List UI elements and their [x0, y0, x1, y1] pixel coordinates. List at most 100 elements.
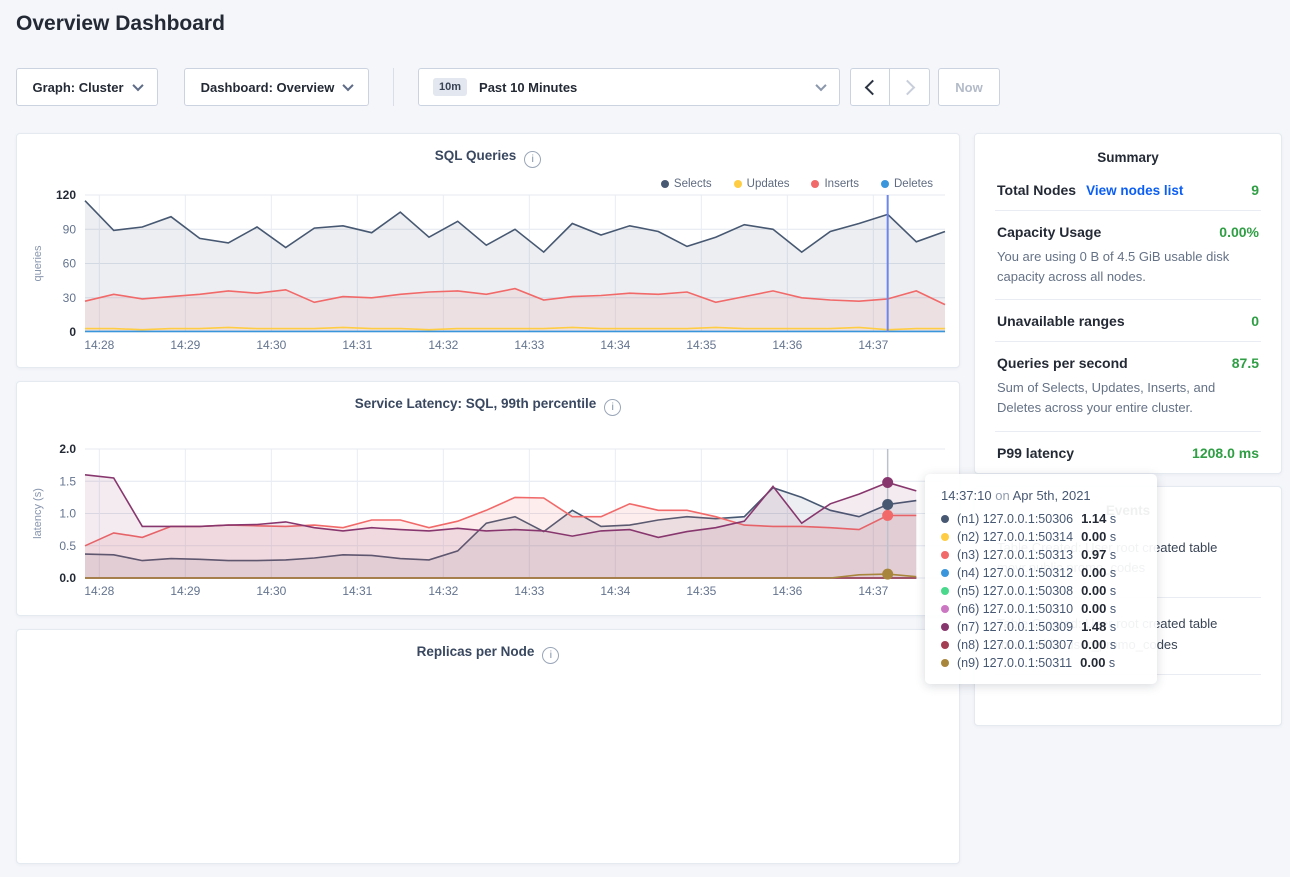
summary-row-capacity-usage: Capacity Usage 0.00% You are using 0 B o… [995, 211, 1261, 300]
legend-dot-icon [661, 180, 669, 188]
next-timespan-button[interactable] [890, 68, 930, 106]
toolbar: Graph: Cluster Dashboard: Overview 10m P… [0, 68, 1290, 106]
svg-text:14:31: 14:31 [342, 338, 372, 352]
node-color-dot-icon [941, 569, 949, 577]
tooltip-timestamp: 14:37:10 on Apr 5th, 2021 [941, 488, 1143, 503]
svg-text:14:33: 14:33 [514, 584, 544, 598]
metric-label: Capacity Usage [997, 224, 1101, 240]
svg-text:14:35: 14:35 [686, 584, 716, 598]
info-icon[interactable]: i [542, 647, 559, 664]
svg-text:0.0: 0.0 [59, 571, 76, 585]
svg-text:14:32: 14:32 [428, 584, 458, 598]
tooltip-node-row: (n1) 127.0.0.1:503061.14 s [941, 510, 1143, 528]
legend-dot-icon [881, 180, 889, 188]
chevron-right-icon [900, 79, 916, 95]
legend-dot-icon [811, 180, 819, 188]
view-nodes-list-link[interactable]: View nodes list [1086, 183, 1183, 198]
svg-text:14:37: 14:37 [858, 584, 888, 598]
graph-dropdown[interactable]: Graph: Cluster [16, 68, 158, 106]
metric-subtext: Sum of Selects, Updates, Inserts, and De… [997, 378, 1259, 418]
metric-label: P99 latency [997, 445, 1074, 461]
svg-text:14:28: 14:28 [84, 338, 114, 352]
metric-value: 0 [1251, 313, 1259, 329]
svg-text:120: 120 [56, 188, 76, 202]
svg-text:1.0: 1.0 [59, 507, 76, 521]
now-button[interactable]: Now [938, 68, 1000, 106]
legend-item-selects[interactable]: Selects [661, 178, 712, 190]
previous-timespan-button[interactable] [850, 68, 890, 106]
summary-row-p99-latency: P99 latency 1208.0 ms [995, 432, 1261, 473]
svg-text:14:29: 14:29 [170, 338, 200, 352]
chevron-down-icon [343, 80, 354, 91]
metric-label: Total Nodes [997, 182, 1076, 198]
svg-text:0: 0 [69, 325, 76, 339]
dashboard-dropdown[interactable]: Dashboard: Overview [184, 68, 369, 106]
tooltip-node-row: (n3) 127.0.0.1:503130.97 s [941, 546, 1143, 564]
chevron-left-icon [864, 79, 880, 95]
svg-text:60: 60 [63, 257, 77, 271]
metric-value: 1208.0 ms [1192, 445, 1259, 461]
svg-text:14:33: 14:33 [514, 338, 544, 352]
metric-value: 87.5 [1232, 355, 1259, 371]
charts-column: SQL Queriesi Selects Updates Inserts Delete… [16, 133, 960, 877]
legend-item-inserts[interactable]: Inserts [811, 178, 859, 190]
node-color-dot-icon [941, 551, 949, 559]
svg-text:14:36: 14:36 [772, 338, 802, 352]
chart-title: Replicas per Nodei [17, 630, 959, 664]
metric-value: 0.00% [1219, 224, 1259, 240]
svg-text:14:37: 14:37 [858, 338, 888, 352]
summary-row-unavailable-ranges: Unavailable ranges 0 [995, 300, 1261, 342]
legend-item-updates[interactable]: Updates [734, 178, 790, 190]
tooltip-node-row: (n2) 127.0.0.1:503140.00 s [941, 528, 1143, 546]
node-color-dot-icon [941, 605, 949, 613]
node-color-dot-icon [941, 623, 949, 631]
svg-text:90: 90 [63, 222, 77, 236]
metric-value: 9 [1251, 182, 1259, 198]
summary-panel: Summary Total Nodes View nodes list 9 Ca… [974, 133, 1282, 474]
summary-row-queries-per-second: Queries per second 87.5 Sum of Selects, … [995, 342, 1261, 431]
legend-item-deletes[interactable]: Deletes [881, 178, 933, 190]
chevron-down-icon [815, 80, 826, 91]
page-title: Overview Dashboard [16, 12, 225, 36]
chevron-down-icon [132, 80, 143, 91]
svg-text:14:36: 14:36 [772, 584, 802, 598]
legend-dot-icon [734, 180, 742, 188]
svg-text:14:31: 14:31 [342, 584, 372, 598]
chart-title: SQL Queriesi [17, 134, 959, 168]
tooltip-node-row: (n5) 127.0.0.1:503080.00 s [941, 582, 1143, 600]
metric-label: Unavailable ranges [997, 313, 1125, 329]
info-icon[interactable]: i [524, 151, 541, 168]
svg-text:14:35: 14:35 [686, 338, 716, 352]
svg-text:14:28: 14:28 [84, 584, 114, 598]
svg-text:latency (s): latency (s) [32, 488, 44, 539]
tooltip-node-list: (n1) 127.0.0.1:503061.14 s(n2) 127.0.0.1… [941, 510, 1143, 672]
tooltip-node-row: (n4) 127.0.0.1:503120.00 s [941, 564, 1143, 582]
node-color-dot-icon [941, 659, 949, 667]
metric-label: Queries per second [997, 355, 1128, 371]
chart-title: Service Latency: SQL, 99th percentilei [17, 382, 959, 416]
svg-text:14:32: 14:32 [428, 338, 458, 352]
time-range-badge: 10m [433, 78, 467, 96]
svg-text:14:30: 14:30 [256, 338, 286, 352]
tooltip-node-row: (n6) 127.0.0.1:503100.00 s [941, 600, 1143, 618]
summary-row-total-nodes: Total Nodes View nodes list 9 [995, 169, 1261, 211]
service-latency-chart[interactable]: 0.00.51.01.52.014:2814:2914:3014:3114:32… [27, 440, 951, 602]
tooltip-node-row: (n9) 127.0.0.1:503110.00 s [941, 654, 1143, 672]
time-range-dropdown[interactable]: 10m Past 10 Minutes [418, 68, 840, 106]
info-icon[interactable]: i [604, 399, 621, 416]
tooltip-node-row: (n8) 127.0.0.1:503070.00 s [941, 636, 1143, 654]
svg-text:30: 30 [63, 291, 77, 305]
toolbar-divider [393, 68, 394, 106]
sql-queries-panel: SQL Queriesi Selects Updates Inserts Delete… [16, 133, 960, 368]
svg-text:0.5: 0.5 [59, 539, 76, 553]
svg-text:14:34: 14:34 [600, 584, 630, 598]
svg-text:14:30: 14:30 [256, 584, 286, 598]
svg-text:14:29: 14:29 [170, 584, 200, 598]
tooltip-node-row: (n7) 127.0.0.1:503091.48 s [941, 618, 1143, 636]
replicas-per-node-panel: Replicas per Nodei [16, 629, 960, 864]
service-latency-panel: Service Latency: SQL, 99th percentilei 0… [16, 381, 960, 616]
svg-text:2.0: 2.0 [59, 442, 76, 456]
node-color-dot-icon [941, 515, 949, 523]
sql-queries-chart[interactable]: 0 30 60 90 120 14:28 14:29 14:30 14:31 14:32 14:33… [27, 186, 951, 356]
node-color-dot-icon [941, 587, 949, 595]
